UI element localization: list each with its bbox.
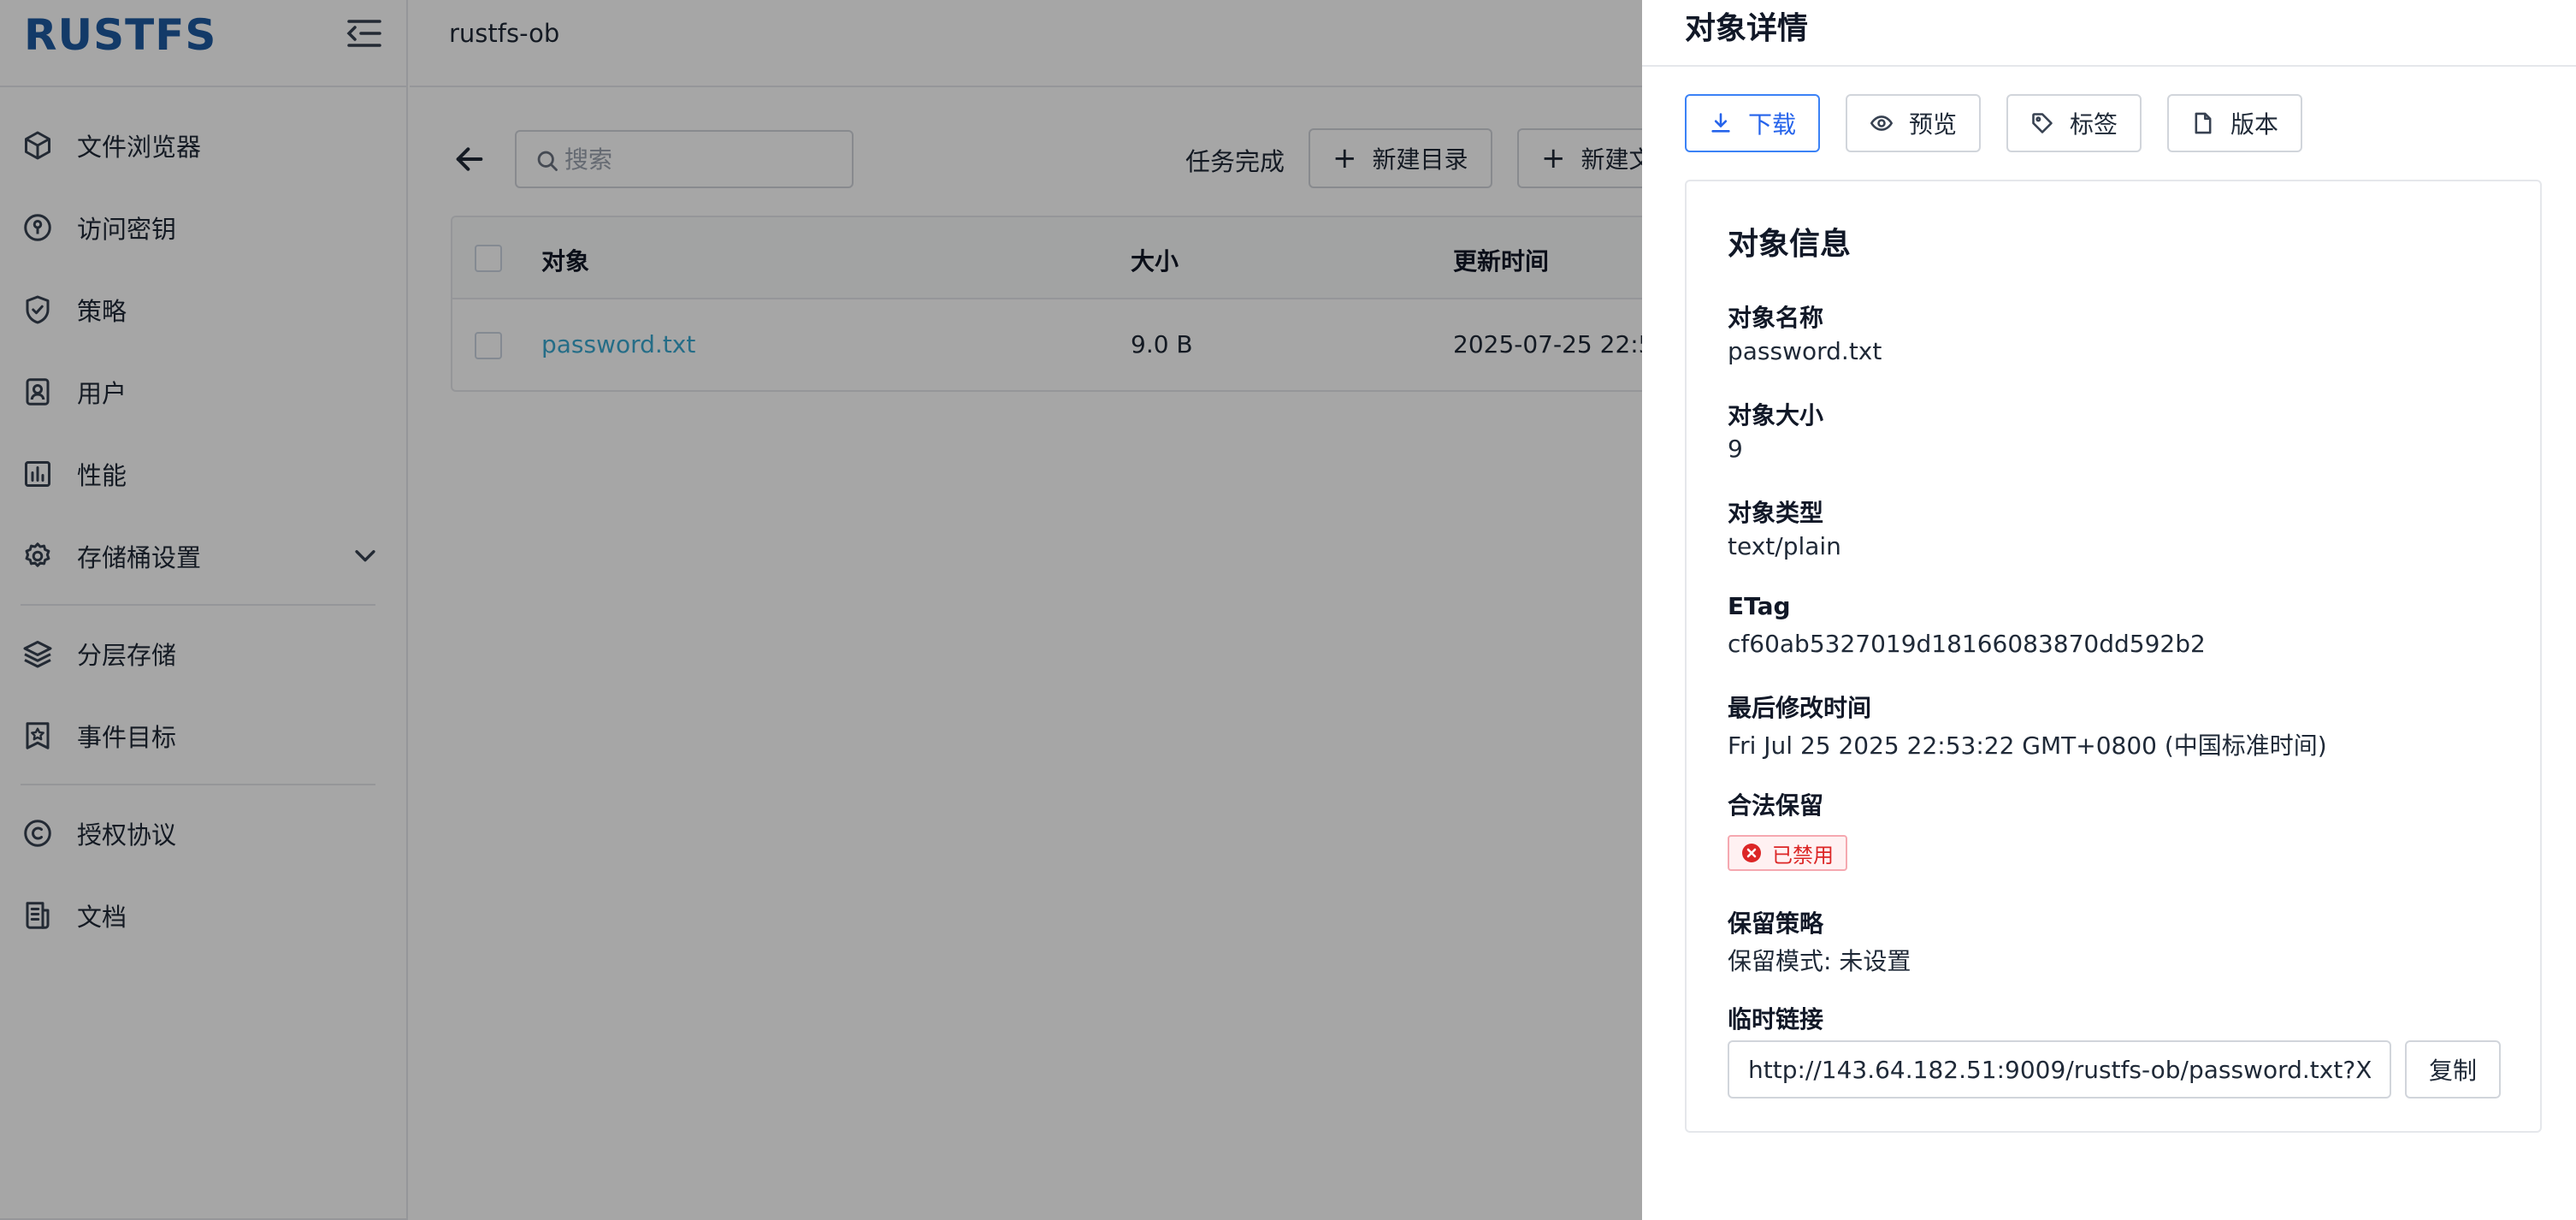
temp-link-input[interactable] xyxy=(1728,1040,2391,1099)
versions-button[interactable]: 版本 xyxy=(2167,94,2303,152)
tags-button[interactable]: 标签 xyxy=(2006,94,2142,152)
file-version-icon xyxy=(2195,112,2212,134)
drawer-title: 对象详情 xyxy=(1685,11,1809,46)
etag-label: ETag xyxy=(1728,592,1791,620)
legal-hold-status-badge: 已禁用 xyxy=(1728,835,1847,871)
preview-button[interactable]: 预览 xyxy=(1846,94,1982,152)
download-icon xyxy=(1711,113,1730,133)
last-modified-value: Fri Jul 25 2025 22:53:22 GMT+0800 (中国标准时… xyxy=(1728,731,2327,760)
last-modified-label: 最后修改时间 xyxy=(1728,694,1872,722)
tag-icon xyxy=(2032,113,2053,133)
object-type-label: 对象类型 xyxy=(1728,499,1824,527)
retention-policy-label: 保留策略 xyxy=(1728,909,1824,938)
object-size-value: 9 xyxy=(1728,435,1743,463)
download-label: 下载 xyxy=(1748,110,1797,139)
preview-label: 预览 xyxy=(1909,110,1958,139)
versions-label: 版本 xyxy=(2230,110,2279,139)
object-type-value: text/plain xyxy=(1728,532,1841,560)
legal-hold-status-text: 已禁用 xyxy=(1772,843,1834,868)
close-circle-icon xyxy=(1742,844,1761,862)
object-name-label: 对象名称 xyxy=(1728,304,1824,332)
temp-link-label: 临时链接 xyxy=(1728,1005,1824,1033)
drawer-header: 对象详情 xyxy=(1642,0,2576,67)
card-title: 对象信息 xyxy=(1728,227,1852,262)
modal-backdrop[interactable] xyxy=(0,0,1642,1220)
etag-value: cf60ab5327019d18166083870dd592b2 xyxy=(1728,630,2206,658)
retention-policy-value: 保留模式: 未设置 xyxy=(1728,947,1911,975)
legal-hold-label: 合法保留 xyxy=(1728,791,1824,820)
object-info-card: 对象信息 对象名称 password.txt 对象大小 9 对象类型 text/… xyxy=(1685,180,2542,1133)
tags-label: 标签 xyxy=(2070,110,2118,139)
object-details-drawer: 对象详情 下载 预览 标签 版本 对象信息 对象名称 password.txt … xyxy=(1642,0,2576,1220)
copy-button[interactable]: 复制 xyxy=(2405,1040,2501,1099)
eye-icon xyxy=(1870,115,1894,131)
object-size-label: 对象大小 xyxy=(1728,401,1824,429)
download-button[interactable]: 下载 xyxy=(1685,94,1821,152)
object-name-value: password.txt xyxy=(1728,337,1882,365)
